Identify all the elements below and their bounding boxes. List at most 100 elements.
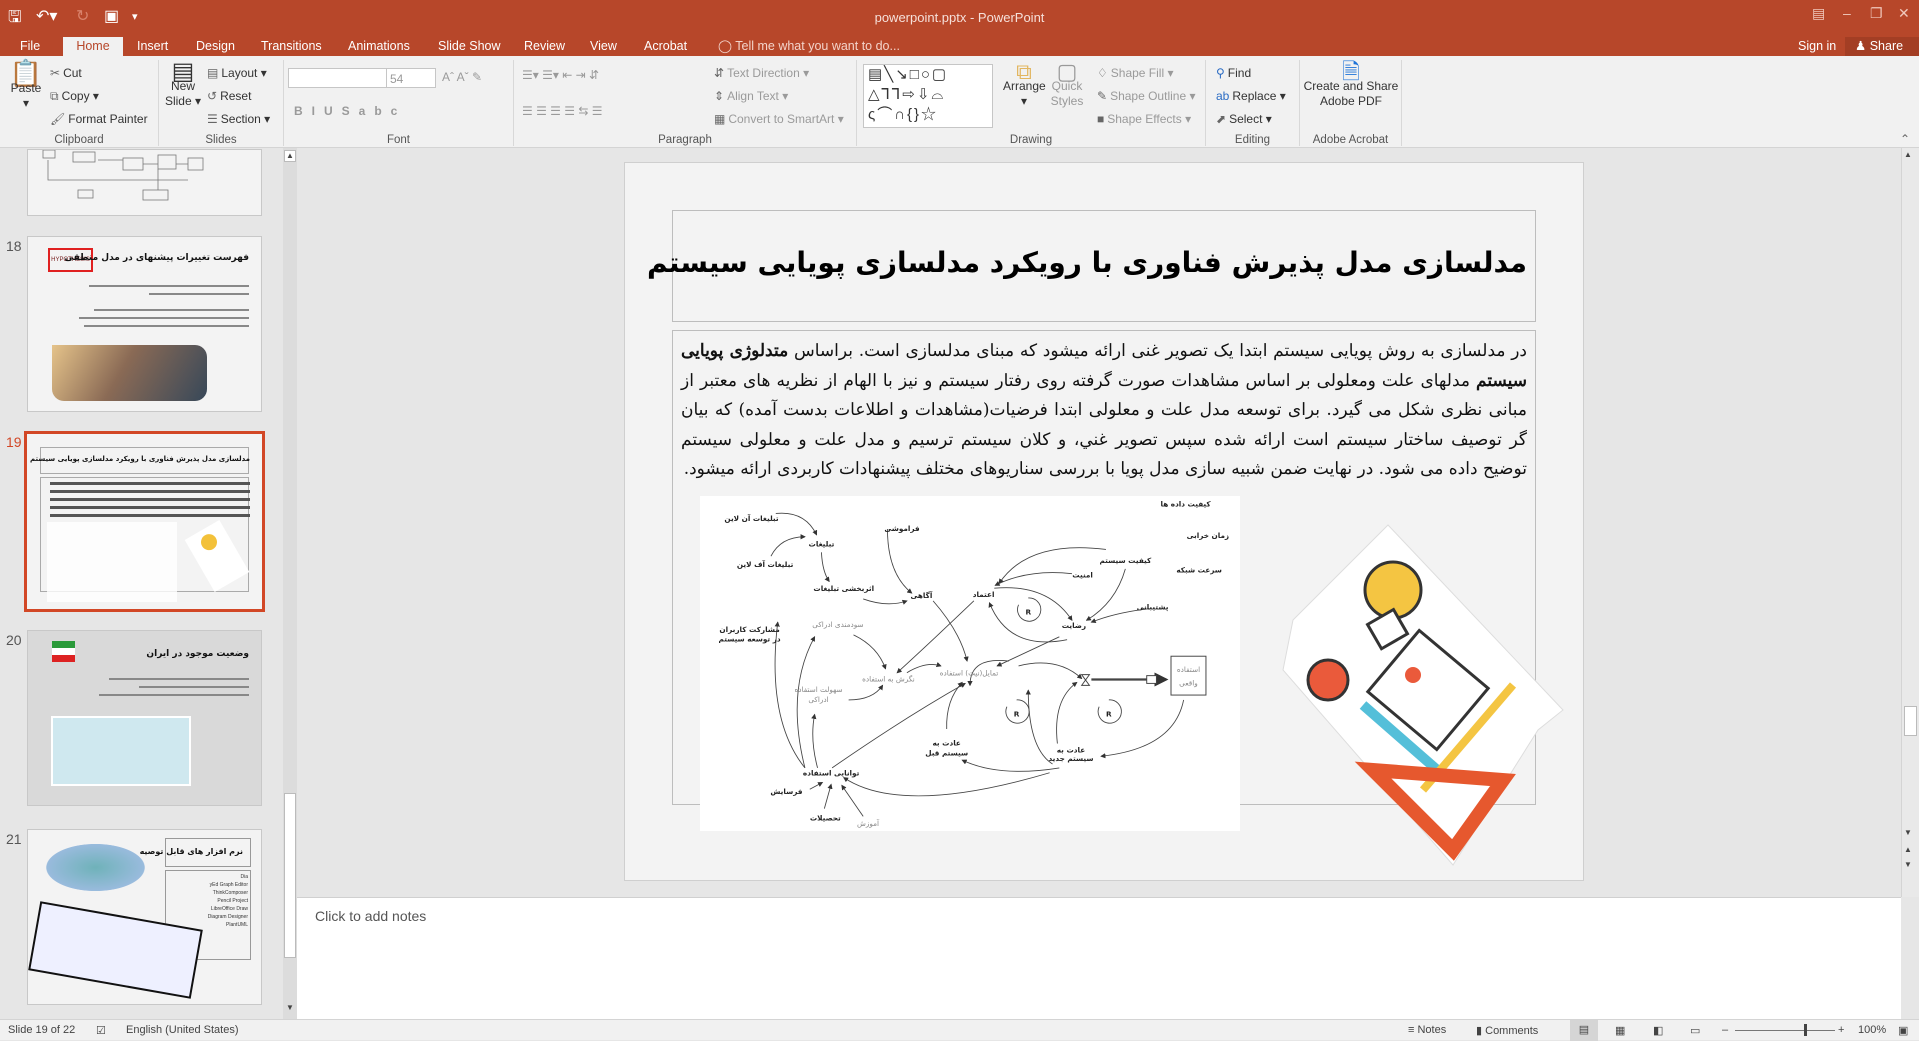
slide-thumbnail-21[interactable]: نرم افزار های قابل توصیه Dia yEd Graph Ed… bbox=[27, 829, 262, 1005]
previous-slide-icon[interactable]: ▲ bbox=[1904, 845, 1912, 854]
create-share-pdf-button[interactable]: 🗎 Create and Share Adobe PDF bbox=[1302, 59, 1400, 109]
minimize-icon[interactable]: – bbox=[1843, 5, 1851, 21]
title-placeholder[interactable]: مدلسازی مدل پذیرش فناوری با رویکرد مدلسا… bbox=[647, 210, 1536, 322]
arrange-button[interactable]: ⧉ Arrange ▾ bbox=[1003, 61, 1046, 109]
diagram-label: رضایت bbox=[1062, 621, 1086, 630]
zoom-in-icon[interactable]: + bbox=[1838, 1024, 1844, 1036]
scroll-thumb[interactable] bbox=[1904, 706, 1917, 736]
format-painter-button[interactable]: 🖌 Format Painter bbox=[50, 112, 148, 126]
text-line bbox=[50, 490, 250, 493]
window-title: powerpoint.pptx - PowerPoint bbox=[874, 10, 1045, 25]
notes-pane[interactable]: Click to add notes bbox=[297, 897, 1901, 1019]
align-text-button[interactable]: ⇕ Align Text ▾ bbox=[714, 89, 788, 103]
text-direction-button[interactable]: ⇵ Text Direction ▾ bbox=[714, 66, 809, 80]
tab-review[interactable]: Review bbox=[514, 37, 575, 56]
slide-thumbnail-19-selected[interactable]: مدلسازی مدل پذیرش فناوری با رویکرد مدلسا… bbox=[24, 431, 265, 612]
list-buttons[interactable]: ☰▾ ☰▾ ⇤ ⇥ ⇵ bbox=[522, 68, 599, 82]
zoom-slider[interactable] bbox=[1735, 1030, 1835, 1031]
zoom-slider-thumb[interactable] bbox=[1804, 1024, 1808, 1036]
replace-button[interactable]: ab Replace ▾ bbox=[1216, 89, 1286, 103]
text-line bbox=[50, 506, 250, 509]
restore-icon[interactable]: ❐ bbox=[1870, 5, 1883, 22]
text-line bbox=[139, 686, 249, 688]
language-indicator[interactable]: English (United States) bbox=[126, 1024, 239, 1036]
scroll-thumb[interactable] bbox=[284, 793, 296, 958]
comments-button[interactable]: ▮ Comments bbox=[1476, 1024, 1538, 1037]
shapes-gallery[interactable]: ▤╲↘□○▢ △⅂⅂⇨⇩⌓ ς⌒∩{}☆ bbox=[863, 64, 993, 128]
close-icon[interactable]: ✕ bbox=[1898, 5, 1910, 22]
tab-home[interactable]: Home bbox=[63, 37, 123, 56]
pdf-share-icon: 🗎 bbox=[1342, 59, 1360, 84]
slide-thumbnail-18[interactable]: HYPOTHESIS فهرست تغییرات پیشنهای در مدل … bbox=[27, 236, 262, 412]
font-size-buttons[interactable]: Aˆ Aˇ ✎ bbox=[442, 70, 482, 84]
slide-indicator: Slide 19 of 22 bbox=[8, 1024, 76, 1036]
shape-fill-button[interactable]: ♢ Shape Fill ▾ bbox=[1097, 66, 1174, 80]
slide-thumbnail-17[interactable] bbox=[27, 149, 262, 216]
quick-styles-button[interactable]: ▢ Quick Styles bbox=[1047, 61, 1087, 109]
tab-animations[interactable]: Animations bbox=[338, 37, 420, 56]
layout-button[interactable]: ▤ Layout ▾ bbox=[207, 66, 267, 80]
share-button[interactable]: ♟ Share bbox=[1845, 37, 1919, 56]
align-buttons[interactable]: ☰ ☰ ☰ ☰ ⇆ ☰ bbox=[522, 104, 603, 118]
slide-thumbnail-20[interactable]: وضعیت موجود در ایران bbox=[27, 630, 262, 806]
tell-me-search[interactable]: ◯ Tell me what you want to do... bbox=[708, 37, 910, 56]
text-line bbox=[149, 293, 249, 295]
title-bar: 🖫 ↶▾ ↻ ▣ ▾ powerpoint.pptx - PowerPoint … bbox=[0, 0, 1919, 37]
diagram-label: زمان خرابی bbox=[1187, 531, 1229, 540]
slide-scrollbar[interactable]: ▲ ▼ ▲ ▼ bbox=[1901, 148, 1919, 897]
normal-view-icon[interactable]: ▤ bbox=[1570, 1020, 1598, 1041]
font-size-input[interactable]: 54 bbox=[386, 68, 436, 88]
slide-title[interactable]: مدلسازی مدل پذیرش فناوری با رویکرد مدلسا… bbox=[647, 246, 1527, 279]
diagram-thumbnail bbox=[47, 522, 177, 602]
tab-design[interactable]: Design bbox=[186, 37, 245, 56]
scroll-down-icon[interactable]: ▼ bbox=[1904, 828, 1912, 837]
tab-acrobat[interactable]: Acrobat bbox=[634, 37, 697, 56]
clipboard-group: 📋 Paste ▾ ✂ Cut ⧉ Copy ▾ 🖌 Format Painter Cli… bbox=[0, 60, 159, 146]
notes-button[interactable]: ≡ Notes bbox=[1408, 1024, 1446, 1036]
cut-button[interactable]: ✂ Cut bbox=[50, 66, 82, 80]
cursor-icon: ⬈ bbox=[1216, 112, 1227, 126]
zoom-level[interactable]: 100% bbox=[1858, 1024, 1886, 1036]
font-name-input[interactable] bbox=[288, 68, 388, 88]
loop-label: R bbox=[1025, 607, 1031, 616]
tab-transitions[interactable]: Transitions bbox=[251, 37, 332, 56]
collapse-ribbon-icon[interactable]: ⌃ bbox=[1900, 132, 1910, 146]
reading-view-icon[interactable]: ◧ bbox=[1653, 1024, 1663, 1037]
scroll-down-icon[interactable]: ▼ bbox=[284, 1003, 296, 1015]
iran-flag-icon bbox=[52, 641, 75, 662]
sign-in-link[interactable]: Sign in bbox=[1788, 37, 1846, 56]
select-button[interactable]: ⬈ Select ▾ bbox=[1216, 112, 1272, 126]
section-button[interactable]: ☰ Section ▾ bbox=[207, 112, 270, 126]
tab-view[interactable]: View bbox=[580, 37, 627, 56]
scroll-up-icon[interactable]: ▲ bbox=[1904, 150, 1912, 159]
shape-outline-button[interactable]: ✎ Shape Outline ▾ bbox=[1097, 89, 1195, 103]
tab-slide-show[interactable]: Slide Show bbox=[428, 37, 511, 56]
thumbnail-title: نرم افزار های قابل توصیه bbox=[139, 847, 243, 856]
spell-check-icon[interactable]: ☑ bbox=[96, 1024, 106, 1037]
slideshow-view-icon[interactable]: ▭ bbox=[1690, 1024, 1700, 1037]
diagram-label: سیستم جدید bbox=[1048, 754, 1093, 763]
causal-loop-diagram[interactable]: تبلیغات آن لاین تبلیغات تبلیغات آف لاین … bbox=[700, 496, 1240, 831]
tab-insert[interactable]: Insert bbox=[127, 37, 178, 56]
reset-button[interactable]: ↺ Reset bbox=[207, 89, 251, 103]
new-slide-button[interactable]: ▤ New Slide ▾ bbox=[163, 60, 203, 109]
font-format-buttons[interactable]: BIUSabc bbox=[294, 104, 406, 118]
convert-smartart-button[interactable]: ▦ Convert to SmartArt ▾ bbox=[714, 112, 844, 126]
next-slide-icon[interactable]: ▼ bbox=[1904, 860, 1912, 869]
shape-effects-button[interactable]: ■ Shape Effects ▾ bbox=[1097, 112, 1191, 126]
ribbon-display-options-icon[interactable]: ▤ bbox=[1812, 5, 1825, 22]
notes-placeholder[interactable]: Click to add notes bbox=[315, 908, 426, 924]
slide-body-text[interactable]: در مدلسازی به روش پویایی سیستم ابتدا یک … bbox=[681, 337, 1527, 485]
find-button[interactable]: ⚲ Find bbox=[1216, 66, 1251, 80]
drawing-label: Drawing bbox=[1009, 134, 1053, 146]
copy-button[interactable]: ⧉ Copy ▾ bbox=[50, 89, 99, 104]
zoom-out-icon[interactable]: – bbox=[1722, 1024, 1728, 1036]
tab-file[interactable]: File bbox=[10, 37, 50, 56]
text-line bbox=[99, 694, 249, 696]
thumbnails-scrollbar[interactable]: ▲ ▼ bbox=[283, 148, 297, 1019]
paste-button[interactable]: 📋 Paste ▾ bbox=[6, 60, 46, 111]
scroll-up-icon[interactable]: ▲ bbox=[284, 150, 296, 162]
fit-to-window-icon[interactable]: ▣ bbox=[1898, 1024, 1908, 1037]
slide-sorter-icon[interactable]: ▦ bbox=[1615, 1024, 1625, 1037]
diagram-label: اعتماد bbox=[973, 590, 995, 599]
